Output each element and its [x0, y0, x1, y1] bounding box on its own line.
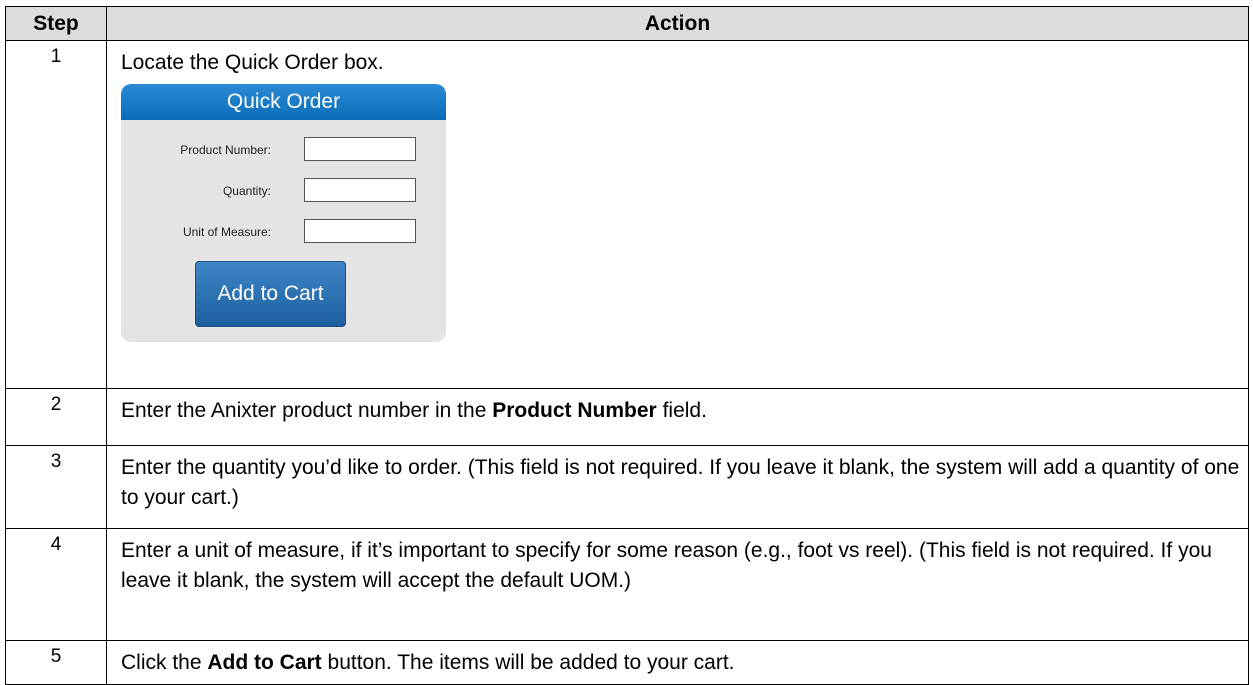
quantity-row: Quantity:: [121, 178, 446, 206]
step-number: 5: [5, 640, 107, 685]
table-row: 3 Enter the quantity you’d like to order…: [5, 445, 1249, 529]
quick-order-title: Quick Order: [121, 84, 446, 120]
table-row: 5 Click the Add to Cart button. The item…: [5, 640, 1249, 685]
action-header: Action: [106, 6, 1249, 41]
table-row: 2 Enter the Anixter product number in th…: [5, 388, 1249, 446]
step-text: button. The items will be added to your …: [321, 651, 735, 674]
step-text: Enter the quantity you’d like to order. …: [121, 456, 1240, 509]
quantity-input[interactable]: [304, 178, 416, 202]
table-row: 4 Enter a unit of measure, if it’s impor…: [5, 528, 1249, 641]
add-to-cart-button[interactable]: Add to Cart: [195, 261, 346, 327]
unit-of-measure-input[interactable]: [304, 219, 416, 243]
step-text: Enter a unit of measure, if it’s importa…: [121, 539, 1212, 592]
step-header: Step: [5, 6, 107, 41]
product-number-input[interactable]: [304, 137, 416, 161]
quick-order-box: Quick Order Product Number: Quantity: Un…: [121, 84, 446, 342]
step-action: Enter the Anixter product number in the …: [106, 388, 1249, 446]
step-action: Locate the Quick Order box. Quick Order …: [106, 40, 1249, 389]
button-name-emphasis: Add to Cart: [207, 651, 322, 674]
step-number: 1: [5, 40, 107, 389]
step-text: Click the: [121, 651, 208, 674]
step-action: Click the Add to Cart button. The items …: [106, 640, 1249, 685]
step-number: 2: [5, 388, 107, 446]
unit-of-measure-label: Unit of Measure:: [182, 225, 271, 239]
step-action: Enter a unit of measure, if it’s importa…: [106, 528, 1249, 641]
field-name-emphasis: Product Number: [492, 399, 657, 422]
unit-of-measure-row: Unit of Measure:: [121, 219, 446, 247]
header-row: Step Action: [5, 6, 1249, 41]
steps-table: Step Action 1 Locate the Quick Order box…: [5, 6, 1249, 685]
product-number-row: Product Number:: [121, 137, 446, 165]
product-number-label: Product Number:: [180, 143, 271, 157]
step-number: 3: [5, 445, 107, 529]
step-text: field.: [656, 399, 707, 422]
step-text: Enter the Anixter product number in the: [121, 399, 493, 422]
quantity-label: Quantity:: [222, 184, 271, 198]
step-1-text: Locate the Quick Order box.: [121, 51, 384, 74]
step-number: 4: [5, 528, 107, 641]
table-row: 1 Locate the Quick Order box. Quick Orde…: [5, 40, 1249, 389]
step-action: Enter the quantity you’d like to order. …: [106, 445, 1249, 529]
